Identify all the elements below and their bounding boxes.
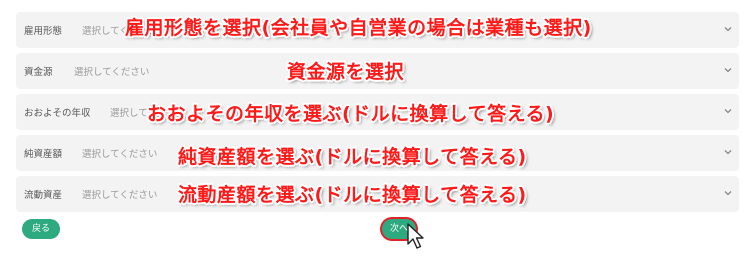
- liquid-assets-label: 流動資産: [24, 190, 63, 201]
- net-worth-label: 純資産額: [24, 149, 63, 160]
- annotation-source-of-funds: 資金源を選択: [287, 61, 405, 83]
- mouse-pointer-icon: [407, 223, 424, 249]
- annotation-net-worth: 純資産額を選ぶ(ドルに換算して答える): [178, 146, 527, 168]
- back-button[interactable]: 戻る: [22, 219, 60, 239]
- chevron-down-icon: [724, 150, 732, 155]
- employment-type-label: 雇用形態: [24, 26, 63, 37]
- annotation-employment-type: 雇用形態を選択(会社員や自営業の場合は業種も選択): [125, 17, 592, 39]
- chevron-down-icon: [724, 191, 732, 196]
- liquid-assets-placeholder: 選択してください: [82, 190, 158, 201]
- source-of-funds-placeholder: 選択してください: [74, 67, 150, 78]
- net-worth-placeholder: 選択してください: [82, 149, 158, 160]
- chevron-down-icon: [724, 109, 732, 114]
- chevron-down-icon: [724, 68, 732, 73]
- annual-income-label: おおよその年収: [24, 108, 91, 119]
- chevron-down-icon: [724, 27, 732, 32]
- form-screen: 雇用形態 選択してください 資金源 選択してください おおよその年収 選択してく…: [0, 0, 750, 257]
- source-of-funds-label: 資金源: [24, 67, 53, 78]
- annotation-liquid-assets: 流動産額を選ぶ(ドルに換算して答える): [178, 184, 527, 206]
- annotation-annual-income: おおよその年収を選ぶ(ドルに換算して答える): [147, 103, 555, 125]
